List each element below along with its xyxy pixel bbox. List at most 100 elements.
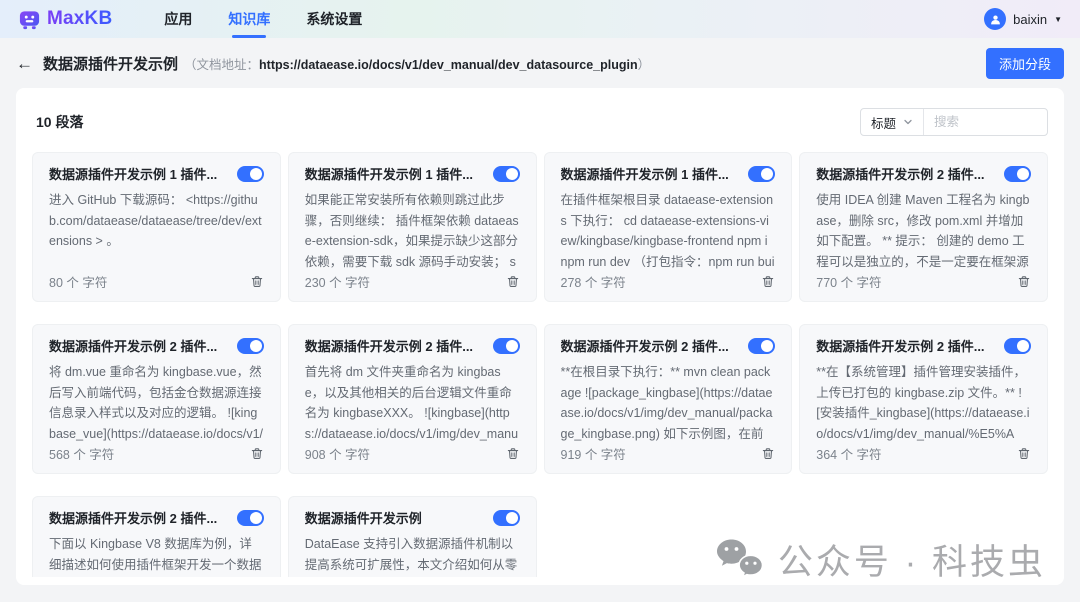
segment-card[interactable]: 数据源插件开发示例 1 插件... 进入 GitHub 下载源码： <https…: [32, 152, 281, 302]
segment-title: 数据源插件开发示例 2 插件...: [816, 339, 985, 354]
nav-tab-system-settings[interactable]: 系统设置: [306, 0, 362, 38]
segment-card-header: 数据源插件开发示例 1 插件...: [561, 164, 776, 183]
segment-card-footer: 770 个 字符: [816, 272, 1031, 291]
segment-card[interactable]: 数据源插件开发示例 2 插件... **在【系统管理】插件管理安装插件，上传已打…: [799, 324, 1048, 474]
segment-card-footer: 80 个 字符: [49, 272, 264, 291]
segment-card-footer: 230 个 字符: [305, 272, 520, 291]
brand-logo[interactable]: MaxKB: [18, 8, 112, 31]
doc-address-suffix: ）: [637, 57, 651, 72]
segment-card[interactable]: 数据源插件开发示例 2 插件... **在根目录下执行：** mvn clean…: [543, 324, 793, 474]
segment-char-count: 364 个 字符: [816, 448, 882, 462]
segment-card[interactable]: 数据源插件开发示例 1 插件... 在插件框架根目录 dataease-exte…: [543, 152, 793, 302]
brand-name: MaxKB: [47, 8, 113, 29]
paragraph-count: 10 段落: [36, 114, 84, 130]
segment-enabled-toggle[interactable]: [492, 509, 520, 526]
segment-card[interactable]: 数据源插件开发示例 2 插件... 首先将 dm 文件夹重命名为 kingbas…: [287, 324, 537, 474]
top-navbar: MaxKB 应用 知识库 系统设置 baixin ▼: [0, 0, 1080, 38]
doc-address-prefix: （文档地址：: [184, 57, 260, 72]
segment-card[interactable]: 数据源插件开发示例 2 插件... 下面以 Kingbase V8 数据库为例，…: [32, 496, 281, 577]
search-field-label: 标题: [871, 116, 897, 131]
segment-card-header: 数据源插件开发示例 2 插件...: [49, 336, 264, 355]
delete-segment-icon[interactable]: [506, 274, 520, 289]
user-name: baixin: [1013, 11, 1048, 27]
segment-card-footer: 364 个 字符: [816, 444, 1031, 463]
nav-tab-knowledge-base[interactable]: 知识库: [228, 0, 270, 38]
segment-title: 数据源插件开发示例 2 插件...: [304, 339, 474, 354]
segment-enabled-toggle[interactable]: [748, 337, 776, 354]
segment-enabled-toggle[interactable]: [492, 337, 520, 354]
search-group: 标题: [860, 108, 1048, 136]
segment-enabled-toggle[interactable]: [236, 509, 264, 526]
maxkb-robot-icon: [18, 8, 41, 31]
main-nav: 应用 知识库 系统设置: [164, 0, 398, 38]
segment-content: 在插件框架根目录 dataease-extensions 下执行： cd dat…: [560, 193, 775, 269]
segment-content: **在【系统管理】插件管理安装插件，上传已打包的 kingbase.zip 文件…: [816, 365, 1030, 441]
document-header: ← 数据源插件开发示例 （文档地址：https://dataease.io/do…: [0, 38, 1080, 88]
delete-segment-icon[interactable]: [761, 274, 775, 289]
segment-title: 数据源插件开发示例: [304, 511, 422, 526]
delete-segment-icon[interactable]: [506, 446, 520, 461]
segment-card-footer: 919 个 字符: [561, 444, 776, 463]
segment-content: 使用 IDEA 创建 Maven 工程名为 kingbase，删除 src，修改…: [816, 193, 1030, 269]
segments-grid: 数据源插件开发示例 1 插件... 进入 GitHub 下载源码： <https…: [32, 152, 1048, 577]
nav-tab-applications[interactable]: 应用: [164, 0, 192, 38]
segment-title: 数据源插件开发示例 1 插件...: [560, 167, 729, 182]
segment-title: 数据源插件开发示例 1 插件...: [49, 167, 218, 182]
segment-enabled-toggle[interactable]: [236, 337, 264, 354]
segment-card-header: 数据源插件开发示例 1 插件...: [49, 164, 264, 183]
page-title: 数据源插件开发示例: [43, 55, 179, 73]
segment-card-header: 数据源插件开发示例 2 插件...: [816, 164, 1031, 183]
search-field-select[interactable]: 标题: [861, 109, 925, 135]
segment-card-header: 数据源插件开发示例 2 插件...: [561, 336, 776, 355]
segment-content: 进入 GitHub 下载源码： <https://github.com/data…: [49, 193, 262, 248]
segment-content: 首先将 dm 文件夹重命名为 kingbase，以及其他相关的后台逻辑文件重命名…: [304, 365, 519, 441]
delete-segment-icon[interactable]: [250, 274, 264, 289]
segment-card-footer: 568 个 字符: [49, 444, 264, 463]
segment-enabled-toggle[interactable]: [492, 165, 520, 182]
segment-card[interactable]: 数据源插件开发示例 1 插件... 如果能正常安装所有依赖则跳过此步骤，否则继续…: [287, 152, 537, 302]
segment-card-footer: 278 个 字符: [561, 272, 776, 291]
back-arrow-icon[interactable]: ←: [16, 55, 33, 72]
segment-title: 数据源插件开发示例 2 插件...: [560, 339, 729, 354]
delete-segment-icon[interactable]: [1017, 446, 1031, 461]
segment-card-header: 数据源插件开发示例 2 插件...: [49, 508, 264, 527]
segment-enabled-toggle[interactable]: [236, 165, 264, 182]
segment-char-count: 908 个 字符: [304, 448, 371, 462]
user-menu[interactable]: baixin ▼: [984, 8, 1062, 30]
delete-segment-icon[interactable]: [761, 446, 775, 461]
doc-url: https://dataease.io/docs/v1/dev_manual/d…: [259, 57, 638, 72]
doc-address: （文档地址：https://dataease.io/docs/v1/dev_ma…: [184, 54, 650, 73]
segment-enabled-toggle[interactable]: [1004, 165, 1031, 182]
add-segment-button[interactable]: 添加分段: [985, 47, 1064, 79]
delete-segment-icon[interactable]: [1017, 274, 1031, 289]
segment-char-count: 770 个 字符: [816, 276, 882, 290]
segment-title: 数据源插件开发示例 2 插件...: [816, 167, 985, 182]
segment-card[interactable]: 数据源插件开发示例 2 插件... 使用 IDEA 创建 Maven 工程名为 …: [799, 152, 1048, 302]
segment-card-header: 数据源插件开发示例: [305, 508, 520, 527]
segment-card[interactable]: 数据源插件开发示例 DataEase 支持引入数据源插件机制以提高系统可扩展性，…: [287, 496, 537, 577]
segment-content: **在根目录下执行：** mvn clean package ![package…: [560, 365, 773, 441]
segment-char-count: 80 个 字符: [49, 276, 108, 290]
segment-title: 数据源插件开发示例 2 插件...: [49, 511, 218, 526]
segment-card-header: 数据源插件开发示例 2 插件...: [816, 336, 1031, 355]
segment-title: 数据源插件开发示例 2 插件...: [49, 339, 218, 354]
chevron-down-icon: [903, 117, 913, 127]
avatar: [984, 8, 1007, 30]
segment-card-footer: 908 个 字符: [305, 444, 520, 463]
segment-title: 数据源插件开发示例 1 插件...: [304, 167, 474, 182]
segment-char-count: 919 个 字符: [560, 448, 626, 462]
segments-panel: 10 段落 标题 数据源插件开发示例 1 插件...: [16, 88, 1064, 585]
segment-card[interactable]: 数据源插件开发示例 2 插件... 将 dm.vue 重命名为 kingbase…: [32, 324, 281, 474]
segment-enabled-toggle[interactable]: [748, 165, 776, 182]
segment-char-count: 230 个 字符: [304, 276, 371, 290]
segment-content: 将 dm.vue 重命名为 kingbase.vue，然后写入前端代码，包括金仓…: [49, 365, 264, 441]
chevron-down-icon: ▼: [1054, 14, 1062, 24]
search-input[interactable]: [924, 115, 1047, 129]
segment-char-count: 568 个 字符: [49, 448, 115, 462]
delete-segment-icon[interactable]: [250, 446, 264, 461]
segment-card-header: 数据源插件开发示例 2 插件...: [305, 336, 520, 355]
segments-scroll-area[interactable]: 数据源插件开发示例 1 插件... 进入 GitHub 下载源码： <https…: [32, 152, 1048, 577]
segment-enabled-toggle[interactable]: [1004, 337, 1031, 354]
panel-toolbar: 10 段落 标题: [16, 88, 1064, 152]
segment-card-header: 数据源插件开发示例 1 插件...: [305, 164, 520, 183]
